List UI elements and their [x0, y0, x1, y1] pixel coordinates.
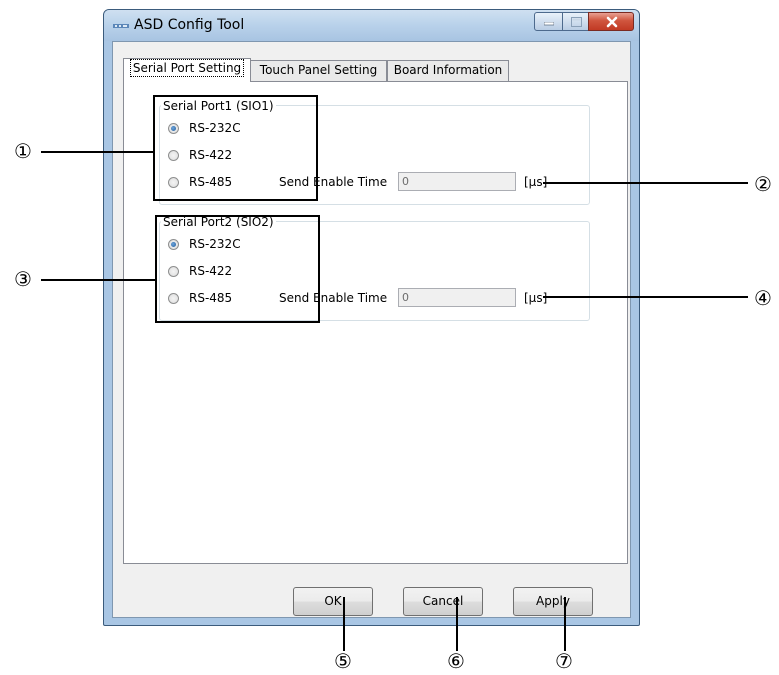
annotation-line-4 [543, 296, 748, 298]
marker-4: ④ [754, 286, 772, 310]
marker-7: ⑦ [555, 649, 573, 673]
minimize-icon [544, 22, 554, 26]
annotation-line-7 [564, 597, 566, 651]
close-button[interactable] [588, 12, 634, 31]
marker-5: ⑤ [334, 649, 352, 673]
cancel-button[interactable]: Cancel [403, 587, 483, 616]
annotation-box-port2 [155, 215, 320, 323]
annotation-box-port1 [153, 95, 318, 201]
marker-3: ③ [14, 267, 32, 291]
annotation-line-6 [456, 597, 458, 651]
marker-6: ⑥ [447, 649, 465, 673]
close-icon [606, 16, 618, 28]
tab-label: Serial Port Setting [129, 59, 245, 77]
marker-2: ② [754, 172, 772, 196]
annotation-line-2 [543, 182, 748, 184]
app-icon [113, 24, 129, 28]
port1-send-enable-time-input[interactable]: 0 [398, 172, 516, 191]
annotation-line-3 [41, 279, 155, 281]
maximize-button[interactable] [562, 12, 589, 31]
tab-label: Touch Panel Setting [259, 63, 378, 77]
annotation-line-1 [41, 151, 153, 153]
marker-1: ① [14, 139, 32, 163]
tab-label: Board Information [393, 63, 503, 77]
port2-send-enable-time-input[interactable]: 0 [398, 288, 516, 307]
maximize-icon [571, 17, 582, 27]
apply-button[interactable]: Apply [513, 587, 593, 616]
minimize-button[interactable] [534, 12, 563, 31]
ok-button[interactable]: OK [293, 587, 373, 616]
annotation-line-5 [343, 597, 345, 651]
tab-serial-port-setting[interactable]: Serial Port Setting [123, 58, 251, 82]
window-title: ASD Config Tool [134, 17, 245, 33]
port2-unit-label: [μs] [524, 291, 548, 305]
tab-board-information[interactable]: Board Information [387, 60, 509, 81]
tab-touch-panel-setting[interactable]: Touch Panel Setting [251, 60, 387, 81]
title-bar[interactable]: ASD Config Tool [104, 10, 639, 41]
